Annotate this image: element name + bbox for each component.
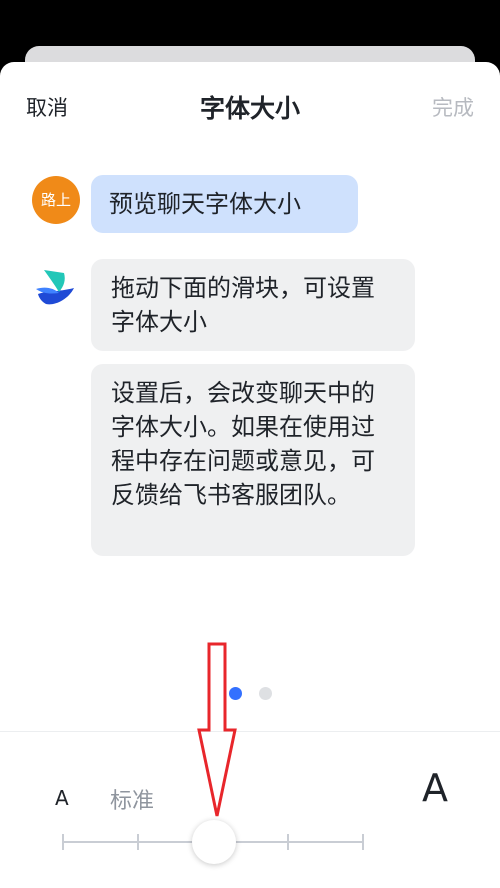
page-dot-active[interactable] xyxy=(229,687,242,700)
bot-message-bubble: 拖动下面的滑块，可设置字体大小 xyxy=(91,259,415,351)
slider-thumb[interactable] xyxy=(192,820,236,864)
done-button[interactable]: 完成 xyxy=(432,92,474,122)
font-size-slider[interactable] xyxy=(62,820,364,864)
page-dot[interactable] xyxy=(259,687,272,700)
slider-tick[interactable] xyxy=(362,834,364,850)
cancel-button[interactable]: 取消 xyxy=(26,92,68,122)
feishu-bird-logo-icon xyxy=(36,270,74,305)
page-title: 字体大小 xyxy=(199,94,300,123)
slider-tick[interactable] xyxy=(62,834,64,850)
small-font-label: A xyxy=(55,786,69,810)
user-message-bubble: 预览聊天字体大小 xyxy=(91,175,358,233)
bot-message-bubble: 设置后，会改变聊天中的字体大小。如果在使用过程中存在问题或意见，可反馈给飞书客服… xyxy=(91,364,415,556)
current-font-size-label: 标准 xyxy=(110,789,155,814)
divider xyxy=(0,731,500,732)
sheet-header: 取消 字体大小 完成 xyxy=(0,62,500,148)
font-size-sheet: 取消 字体大小 完成 路上 预览聊天字体大小 拖动下面的滑块，可设置字体大小 设… xyxy=(0,62,500,888)
slider-tick[interactable] xyxy=(137,834,139,850)
user-avatar: 路上 xyxy=(32,176,80,224)
font-size-settings-screen: 取消 字体大小 完成 路上 预览聊天字体大小 拖动下面的滑块，可设置字体大小 设… xyxy=(0,0,500,888)
page-indicator xyxy=(0,687,500,701)
slider-tick[interactable] xyxy=(287,834,289,850)
large-font-label: A xyxy=(422,766,448,810)
